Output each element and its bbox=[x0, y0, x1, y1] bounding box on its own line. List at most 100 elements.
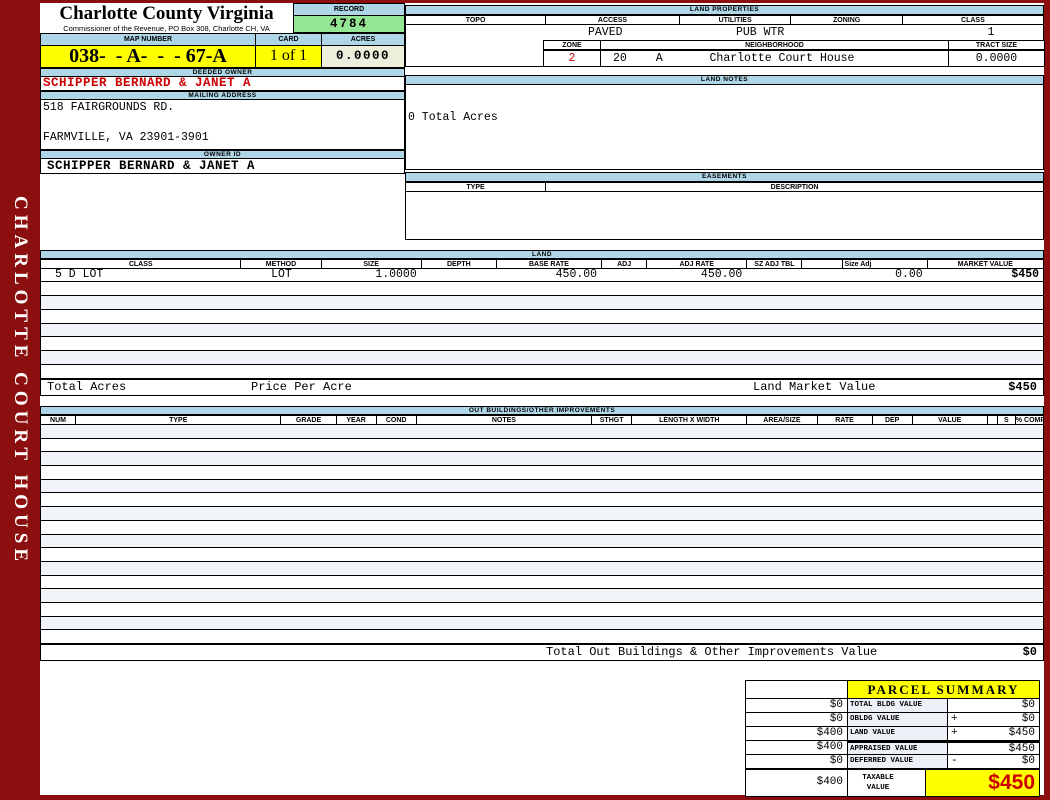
utilities-col-label: UTILITIES bbox=[680, 16, 791, 24]
outbuildings-col-header-3: YEAR bbox=[337, 416, 377, 424]
sidebar-county-name: CHARLOTTE COURT HOUSE bbox=[9, 196, 31, 566]
taxable-value-row: $400 TAXABLE VALUE $450 bbox=[746, 769, 1039, 796]
map-number-value: 038- - A- - - 67-A bbox=[41, 46, 256, 67]
class-value: 1 bbox=[941, 26, 1041, 40]
outbuildings-total-value: $0 bbox=[1023, 645, 1037, 660]
outbuildings-header-row: NUMTYPEGRADEYEARCONDNOTESSTHGTLENGTH X W… bbox=[40, 415, 1044, 425]
parcel-summary-row: $0DEFERRED VALUE-$0 bbox=[746, 755, 1039, 769]
commissioner-line: Commissioner of the Revenue, PO Box 308,… bbox=[40, 24, 293, 33]
county-title: Charlotte County Virginia bbox=[40, 3, 293, 25]
outbuildings-col-header-4: COND bbox=[377, 416, 417, 424]
deeded-owner-value: SCHIPPER BERNARD & JANET A bbox=[40, 77, 405, 91]
taxable-value-label: TAXABLE VALUE bbox=[848, 770, 926, 796]
outbuildings-col-header-1: TYPE bbox=[76, 416, 281, 424]
easements-title: EASEMENTS bbox=[405, 172, 1044, 182]
outbuildings-col-header-6: STHGT bbox=[592, 416, 632, 424]
land-cell-4: 450.00 bbox=[497, 269, 602, 281]
parcel-row-value: $0 bbox=[948, 699, 1039, 712]
address-line-1: 518 FAIRGROUNDS RD. bbox=[43, 101, 404, 114]
property-record-card: Charlotte County Virginia Commissioner o… bbox=[40, 3, 1044, 795]
outbuildings-col-header-10: DEP bbox=[873, 416, 913, 424]
card-label: CARD bbox=[256, 34, 322, 45]
parcel-prior-value: $0 bbox=[746, 713, 848, 726]
outbuildings-empty-row bbox=[41, 617, 1043, 631]
land-empty-row bbox=[41, 296, 1043, 310]
outbuildings-empty-row bbox=[41, 603, 1043, 617]
parcel-summary-row: $0OBLDG VALUE+$0 bbox=[746, 713, 1039, 727]
outbuildings-empty-row bbox=[41, 535, 1043, 549]
outbuildings-rows bbox=[40, 425, 1044, 644]
card-value: 1 of 1 bbox=[256, 46, 322, 67]
easements-header-row: TYPE DESCRIPTION bbox=[405, 182, 1044, 192]
outbuildings-empty-row bbox=[41, 480, 1043, 494]
taxable-value: $450 bbox=[926, 770, 1039, 796]
owner-id-value: SCHIPPER BERNARD & JANET A bbox=[40, 159, 405, 174]
parcel-amount: $0 bbox=[1022, 713, 1035, 726]
zone-code: 20 bbox=[613, 52, 627, 65]
parcel-prior-value: $0 bbox=[746, 755, 848, 768]
land-cell-6: 450.00 bbox=[647, 269, 747, 281]
outbuildings-title: OUT BUILDINGS/OTHER IMPROVEMENTS bbox=[40, 406, 1044, 415]
land-cell-5 bbox=[602, 269, 647, 281]
land-col-header-1: METHOD bbox=[241, 260, 321, 268]
land-cell-0: 5 D LOT bbox=[41, 269, 241, 281]
outbuildings-col-header-14: % COMP bbox=[1016, 416, 1043, 424]
parcel-row-label: APPRAISED VALUE bbox=[848, 741, 948, 754]
parcel-operator: + bbox=[951, 727, 958, 740]
outbuildings-col-header-13: S bbox=[998, 416, 1016, 424]
topo-col-label: TOPO bbox=[406, 16, 546, 24]
parcel-summary: PARCEL SUMMARY $0TOTAL BLDG VALUE$0$0OBL… bbox=[745, 680, 1040, 797]
neighborhood-name: Charlotte Court House bbox=[710, 52, 855, 65]
outbuildings-col-header-5: NOTES bbox=[417, 416, 592, 424]
land-properties-title: LAND PROPERTIES bbox=[405, 5, 1044, 15]
address-line-2: FARMVILLE, VA 23901-3901 bbox=[43, 131, 404, 144]
outbuildings-col-header-9: RATE bbox=[818, 416, 873, 424]
land-table-row: 5 D LOTLOT1.0000450.00450.000.00$450 bbox=[41, 269, 1043, 282]
outbuildings-col-header-2: GRADE bbox=[281, 416, 336, 424]
land-cell-10: $450 bbox=[928, 269, 1043, 281]
land-col-header-8 bbox=[802, 260, 842, 268]
utilities-value: PUB WTR bbox=[736, 26, 784, 40]
land-cell-3 bbox=[422, 269, 497, 281]
land-col-header-2: SIZE bbox=[322, 260, 422, 268]
outbuildings-empty-row bbox=[41, 576, 1043, 590]
land-col-header-10: MARKET VALUE bbox=[928, 260, 1043, 268]
outbuildings-empty-row bbox=[41, 562, 1043, 576]
easements-box bbox=[405, 192, 1044, 240]
parcel-operator: - bbox=[951, 755, 958, 768]
parcel-amount: $0 bbox=[1022, 755, 1035, 768]
taxable-prior-value: $400 bbox=[746, 770, 848, 796]
parcel-summary-row: $0TOTAL BLDG VALUE$0 bbox=[746, 699, 1039, 713]
land-empty-row bbox=[41, 337, 1043, 351]
zone-suffix: A bbox=[656, 52, 663, 65]
land-col-header-7: SZ ADJ TBL bbox=[747, 260, 802, 268]
parcel-prior-value: $400 bbox=[746, 727, 848, 740]
outbuildings-total-label: Total Out Buildings & Other Improvements… bbox=[546, 645, 877, 660]
outbuildings-empty-row bbox=[41, 521, 1043, 535]
land-empty-row bbox=[41, 365, 1043, 379]
outbuildings-empty-row bbox=[41, 630, 1043, 644]
parcel-amount: $450 bbox=[1009, 727, 1035, 740]
mapcard-value-row: 038- - A- - - 67-A 1 of 1 0.0000 bbox=[40, 45, 405, 68]
parcel-summary-row: $400APPRAISED VALUE$450 bbox=[746, 741, 1039, 755]
parcel-row-label: OBLDG VALUE bbox=[848, 713, 948, 726]
neighborhood-label: NEIGHBORHOOD bbox=[601, 41, 949, 49]
outbuildings-col-header-0: NUM bbox=[41, 416, 76, 424]
outbuildings-col-header-11: VALUE bbox=[913, 416, 988, 424]
land-empty-row bbox=[41, 351, 1043, 365]
land-notes-title: LAND NOTES bbox=[405, 75, 1044, 85]
land-cell-1: LOT bbox=[241, 269, 321, 281]
land-col-header-3: DEPTH bbox=[422, 260, 497, 268]
parcel-row-value: $450 bbox=[948, 741, 1039, 754]
land-table-rows: 5 D LOTLOT1.0000450.00450.000.00$450 bbox=[40, 269, 1044, 379]
tract-size-label: TRACT SIZE bbox=[949, 41, 1044, 49]
parcel-summary-blank-cell bbox=[746, 681, 848, 698]
land-col-header-9: Size Adj bbox=[843, 260, 928, 268]
parcel-prior-value: $400 bbox=[746, 741, 848, 754]
land-empty-row bbox=[41, 324, 1043, 338]
parcel-summary-title: PARCEL SUMMARY bbox=[848, 681, 1039, 698]
outbuildings-empty-row bbox=[41, 548, 1043, 562]
parcel-row-value: +$0 bbox=[948, 713, 1039, 726]
outbuildings-empty-row bbox=[41, 589, 1043, 603]
land-notes-box: 0 Total Acres bbox=[405, 85, 1044, 170]
